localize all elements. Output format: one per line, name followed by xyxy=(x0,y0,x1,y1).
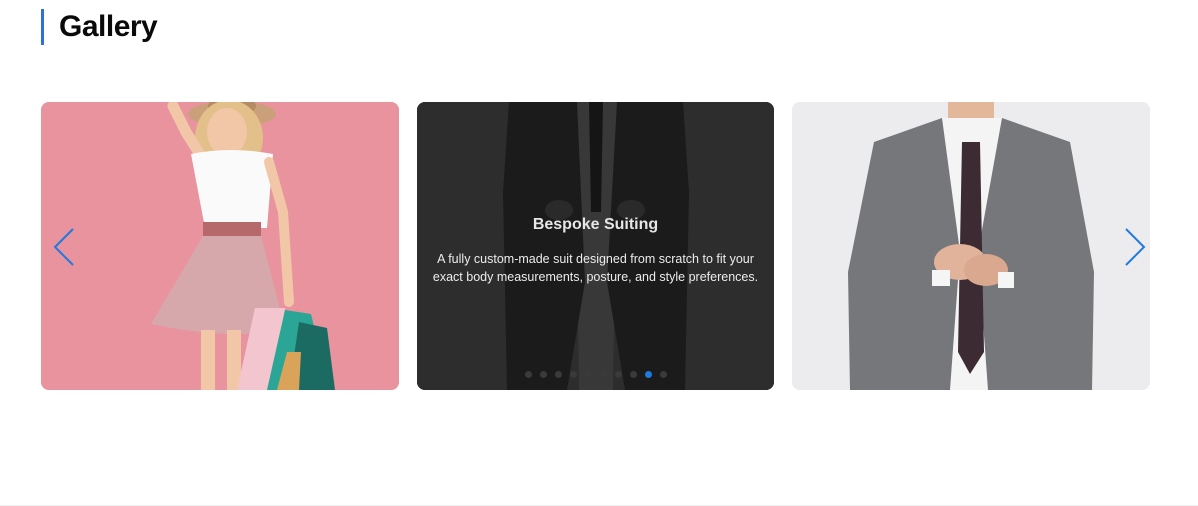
pagination-dot[interactable] xyxy=(659,371,667,378)
slide-active-bespoke-suiting[interactable]: Bespoke Suiting A fully custom-made suit… xyxy=(417,102,774,390)
pagination-dot[interactable] xyxy=(614,371,622,378)
slide-description: A fully custom-made suit designed from s… xyxy=(432,252,759,284)
gallery-carousel: Bespoke Suiting A fully custom-made suit… xyxy=(41,102,1150,390)
pagination-dot[interactable] xyxy=(554,371,562,378)
slide-title: Bespoke Suiting xyxy=(532,216,659,233)
gallery-heading: Gallery xyxy=(41,9,158,45)
slide-image-girl xyxy=(41,102,399,390)
pagination-dot[interactable] xyxy=(539,371,547,378)
pagination-dot[interactable] xyxy=(569,371,577,378)
man-grey-suit-image xyxy=(792,102,1150,390)
slide-image-grey-suit xyxy=(792,102,1150,390)
pagination-dot[interactable] xyxy=(584,371,592,378)
next-slide-button[interactable] xyxy=(1120,226,1148,268)
chevron-left-icon xyxy=(53,228,74,266)
pagination-dot-active[interactable] xyxy=(644,371,652,378)
pagination-dot[interactable] xyxy=(629,371,637,378)
page-title: Gallery xyxy=(59,10,158,43)
girl-shopping-image xyxy=(41,102,399,390)
slide-caption: Bespoke Suiting A fully custom-made suit… xyxy=(417,216,774,286)
pagination-dot[interactable] xyxy=(599,371,607,378)
pagination-dot[interactable] xyxy=(524,371,532,378)
prev-slide-button[interactable] xyxy=(51,226,79,268)
carousel-pagination xyxy=(417,371,774,378)
chevron-right-icon xyxy=(1125,228,1146,266)
